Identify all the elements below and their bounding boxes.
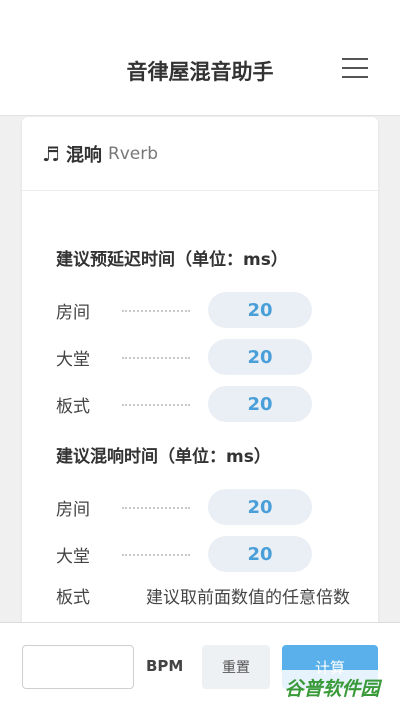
row-label: 大堂 xyxy=(56,349,90,370)
row-label: 板式 xyxy=(56,396,90,417)
card-header: ♬ 混响 Rverb xyxy=(22,117,378,191)
row-label: 大堂 xyxy=(56,546,90,567)
reverb-time-row-hall: 大堂 20 xyxy=(56,536,346,572)
row-label: 房间 xyxy=(56,499,90,520)
value-pill: 20 xyxy=(208,292,312,328)
music-note-icon: ♬ xyxy=(42,141,60,166)
reset-button[interactable]: 重置 xyxy=(202,645,270,689)
predelay-row-room: 房间 20 xyxy=(56,292,346,328)
app-header: 音律屋混音助手 xyxy=(0,0,400,116)
dotted-leader xyxy=(122,404,190,406)
predelay-row-plate: 板式 20 xyxy=(56,386,346,422)
value-pill: 20 xyxy=(208,339,312,375)
predelay-row-hall: 大堂 20 xyxy=(56,339,346,375)
row-label: 板式 xyxy=(56,588,90,608)
dotted-leader xyxy=(122,507,190,509)
predelay-section-title: 建议预延迟时间（单位：ms） xyxy=(56,250,288,270)
value-pill: 20 xyxy=(208,536,312,572)
card-title: 混响 xyxy=(65,144,102,166)
reverb-card: ♬ 混响 Rverb 建议预延迟时间（单位：ms） 房间 20 大堂 20 板式… xyxy=(22,117,378,637)
row-label: 房间 xyxy=(56,302,90,323)
reverb-time-section-title: 建议混响时间（单位：ms） xyxy=(56,447,271,467)
value-pill: 20 xyxy=(208,386,312,422)
dotted-leader xyxy=(122,310,190,312)
dotted-leader xyxy=(122,554,190,556)
bpm-label: BPM xyxy=(146,657,184,675)
watermark-logo: 谷普软件园 xyxy=(272,670,392,704)
value-pill: 20 xyxy=(208,489,312,525)
app-title: 音律屋混音助手 xyxy=(126,60,274,84)
row-note: 建议取前面数值的任意倍数 xyxy=(146,588,350,608)
reverb-time-row-plate: 板式 建议取前面数值的任意倍数 xyxy=(56,583,356,613)
bpm-input[interactable] xyxy=(22,645,134,689)
hamburger-menu-icon[interactable] xyxy=(342,58,368,82)
dotted-leader xyxy=(122,357,190,359)
card-subtitle: Rverb xyxy=(107,143,159,164)
reverb-time-row-room: 房间 20 xyxy=(56,489,346,525)
